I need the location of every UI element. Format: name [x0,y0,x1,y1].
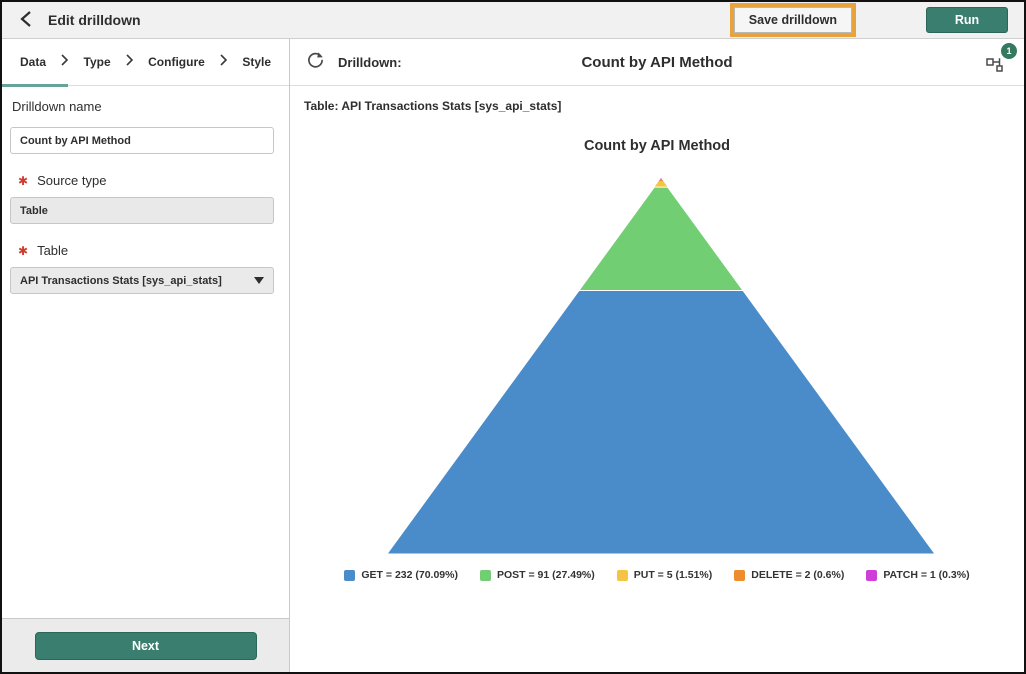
legend-swatch-icon [617,570,628,581]
tab-configure[interactable]: Configure [148,55,205,69]
run-button[interactable]: Run [926,7,1008,33]
back-chevron-icon [19,10,33,31]
chart-legend: GET = 232 (70.09%) POST = 91 (27.49%) PUT … [290,569,1024,581]
chart-area: Table: API Transactions Stats [sys_api_s… [290,86,1024,672]
table-caption: Table: API Transactions Stats [sys_api_s… [304,99,561,113]
drilldown-label: Drilldown: [338,55,402,70]
chevron-right-icon [219,53,228,71]
tab-style[interactable]: Style [242,55,271,69]
drilldown-name-label: Drilldown name [12,99,275,114]
drilldown-count-badge: 1 [1001,43,1017,59]
preview-header: Drilldown: Count by API Method 1 [290,39,1024,86]
legend-label: DELETE = 2 (0.6%) [751,569,844,581]
wizard-tabbar: Data Type Configure Style [2,39,289,86]
table-label: Table [37,243,68,258]
legend-swatch-icon [734,570,745,581]
required-asterisk-icon: ✱ [18,245,28,257]
legend-item-post[interactable]: POST = 91 (27.49%) [480,569,595,581]
save-drilldown-button[interactable]: Save drilldown [734,7,852,33]
active-tab-underline [2,84,68,87]
source-type-input [10,197,274,224]
page-title: Edit drilldown [48,12,141,28]
drilldown-form: Drilldown name ✱ Source type ✱ Table API… [2,86,289,618]
save-highlight-annotation: Save drilldown [730,3,856,37]
next-button[interactable]: Next [35,632,257,660]
refresh-icon [306,51,325,73]
chevron-right-icon [125,53,134,71]
legend-item-delete[interactable]: DELETE = 2 (0.6%) [734,569,844,581]
preview-pane: Drilldown: Count by API Method 1 Table: … [290,39,1024,672]
edit-drilldown-window: Edit drilldown Save drilldown Run Data T… [0,0,1026,674]
drilldown-name-input[interactable] [10,127,274,154]
dropdown-caret-icon [254,277,264,284]
legend-item-get[interactable]: GET = 232 (70.09%) [344,569,458,581]
legend-label: PUT = 5 (1.51%) [634,569,713,581]
sidebar: Data Type Configure Style Drilldown name [2,39,290,672]
legend-label: GET = 232 (70.09%) [361,569,458,581]
topbar: Edit drilldown Save drilldown Run [2,2,1024,39]
legend-swatch-icon [344,570,355,581]
topbar-actions: Save drilldown Run [730,3,1008,37]
pyramid-segment-put[interactable] [654,181,667,187]
table-select[interactable]: API Transactions Stats [sys_api_stats] [10,267,274,294]
tab-type[interactable]: Type [84,55,111,69]
source-type-label: Source type [37,173,106,188]
drilldown-hierarchy-button[interactable]: 1 [986,52,1008,72]
tab-data[interactable]: Data [20,55,46,69]
chevron-right-icon [60,53,69,71]
table-label-row: ✱ Table [18,243,275,258]
legend-swatch-icon [480,570,491,581]
pyramid-segment-post[interactable] [579,187,743,290]
sidebar-footer: Next [2,618,289,672]
pyramid-segment-patch[interactable] [660,178,662,179]
refresh-button[interactable] [306,51,325,73]
pyramid-chart [387,178,935,554]
required-asterisk-icon: ✱ [18,175,28,187]
chart-title: Count by API Method [290,138,1024,154]
table-select-value: API Transactions Stats [sys_api_stats] [20,275,222,287]
pyramid-segment-delete[interactable] [659,179,664,181]
legend-label: PATCH = 1 (0.3%) [883,569,969,581]
legend-item-patch[interactable]: PATCH = 1 (0.3%) [866,569,969,581]
legend-swatch-icon [866,570,877,581]
legend-label: POST = 91 (27.49%) [497,569,595,581]
legend-item-put[interactable]: PUT = 5 (1.51%) [617,569,713,581]
back-button[interactable] [14,8,38,32]
pyramid-segment-get[interactable] [387,290,935,554]
source-type-label-row: ✱ Source type [18,173,275,188]
main-area: Data Type Configure Style Drilldown name [2,39,1024,672]
hierarchy-icon [986,59,1006,76]
